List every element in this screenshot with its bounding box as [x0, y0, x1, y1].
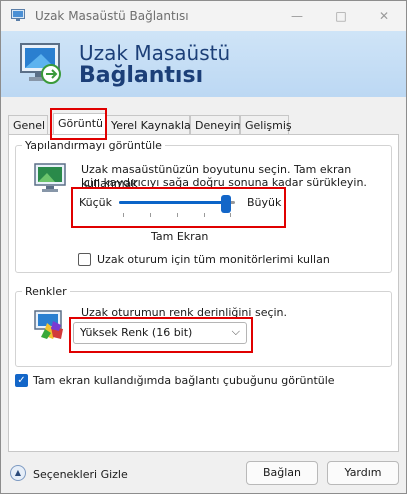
highlight-color-depth — [69, 317, 253, 353]
connect-button[interactable]: Bağlan — [246, 461, 318, 485]
tab-yerel-kaynaklar[interactable]: Yerel Kaynaklar — [106, 115, 195, 134]
tab-gelismis[interactable]: Gelişmiş — [240, 115, 292, 134]
help-button[interactable]: Yardım — [327, 461, 399, 485]
color-palette-icon — [34, 310, 63, 339]
all-monitors-label: Uzak oturum için tüm monitörlerimi kulla… — [97, 253, 330, 266]
header-banner: Uzak Masaüstü Bağlantısı — [1, 31, 406, 97]
connection-bar-label: Tam ekran kullandığımda bağlantı çubuğun… — [33, 374, 335, 387]
collapse-options-icon[interactable]: ▲ — [10, 465, 26, 481]
connection-bar-checkbox[interactable]: ✓ — [15, 374, 28, 387]
tab-deneyim[interactable]: Deneyim — [190, 115, 244, 134]
maximize-button[interactable]: □ — [319, 1, 363, 31]
remote-desktop-logo-icon — [20, 43, 61, 84]
all-monitors-checkbox[interactable] — [78, 253, 91, 266]
monitor-size-icon — [34, 163, 66, 192]
close-button[interactable]: ✕ — [362, 1, 406, 31]
display-config-title: Yapılandırmayı görüntüle — [25, 139, 162, 152]
rdp-window: Uzak Masaüstü Bağlantısı — □ ✕ Uzak Masa… — [0, 0, 407, 494]
title-bar: Uzak Masaüstü Bağlantısı — □ ✕ — [1, 1, 406, 31]
slider-value-label: Tam Ekran — [151, 230, 209, 243]
highlight-display-tab — [50, 108, 107, 140]
colors-group-title: Renkler — [25, 285, 67, 298]
banner-title-line2: Bağlantısı — [79, 63, 204, 88]
remote-desktop-icon — [11, 9, 25, 21]
highlight-slider — [71, 187, 286, 228]
window-title: Uzak Masaüstü Bağlantısı — [35, 9, 189, 23]
banner-title-line1: Uzak Masaüstü — [79, 41, 231, 65]
tab-genel[interactable]: Genel — [8, 115, 48, 134]
minimize-button[interactable]: — — [275, 1, 319, 31]
hide-options-label[interactable]: Seçenekleri Gizle — [33, 468, 128, 481]
